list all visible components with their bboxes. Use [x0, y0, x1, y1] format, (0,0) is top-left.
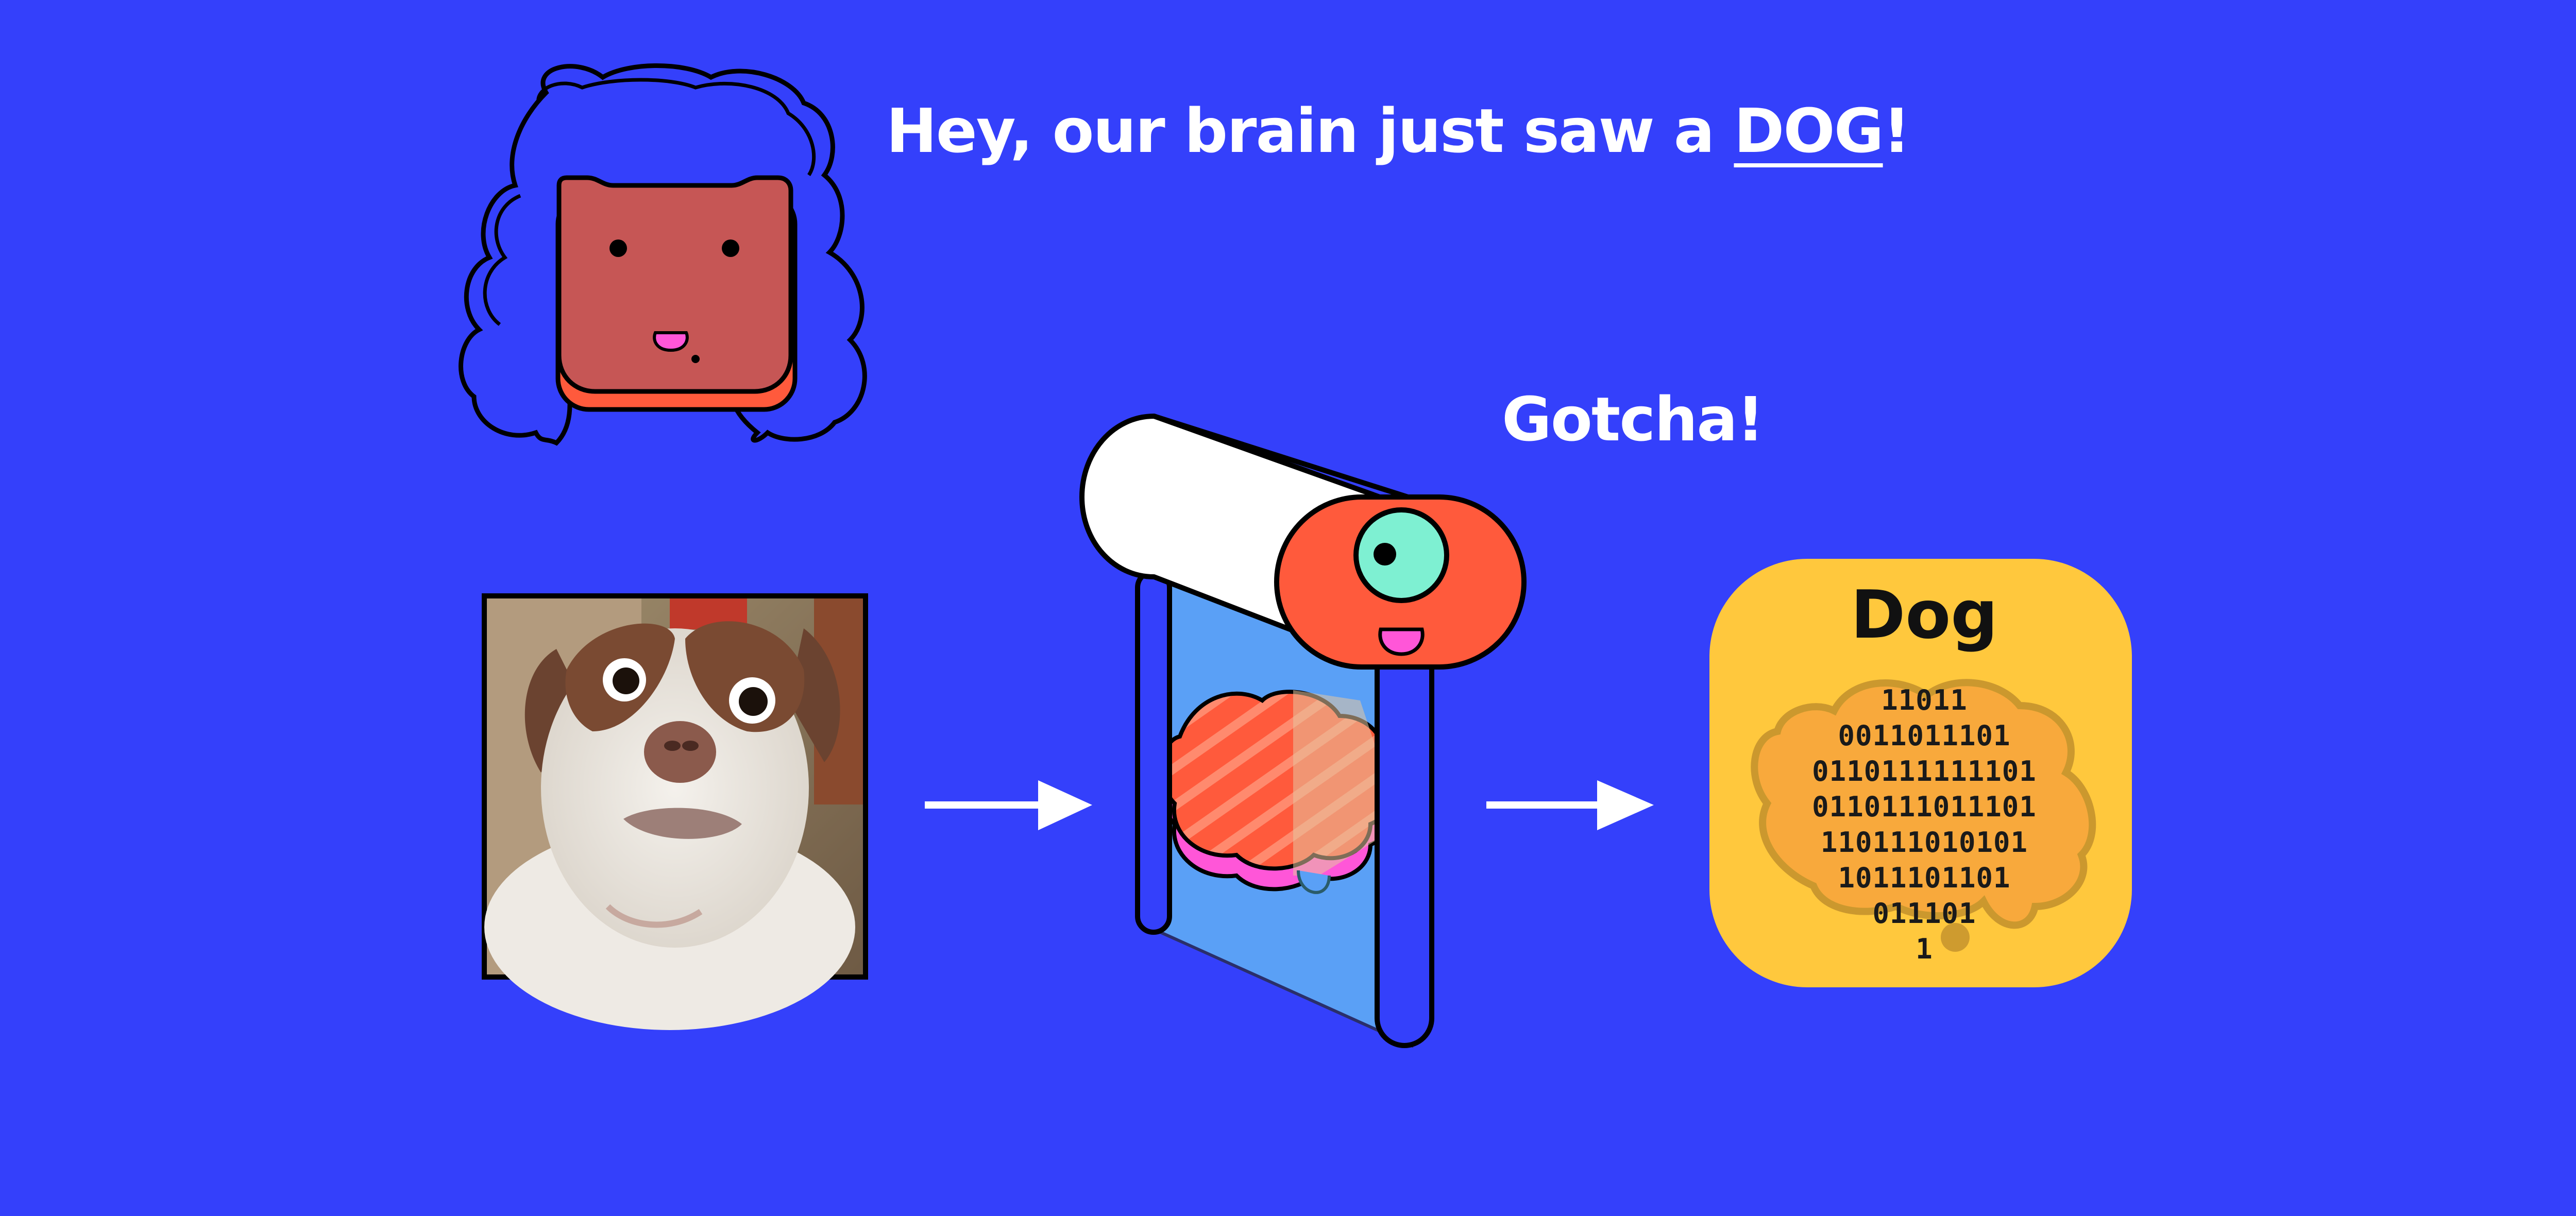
robot-mouth: [1378, 627, 1425, 656]
binary-line: 0110111011101: [1812, 791, 2037, 823]
arrow-right-icon: [1486, 780, 1654, 830]
post-right: [1375, 636, 1434, 1048]
face: [556, 175, 793, 394]
binary-line: 0011011101: [1838, 720, 2011, 752]
arrow-right-icon: [925, 780, 1092, 830]
person-head-icon: [459, 63, 867, 446]
headline-prefix: Hey, our brain just saw a: [886, 95, 1734, 166]
binary-line: 11011: [1881, 684, 1968, 716]
robot-pupil: [1374, 543, 1396, 566]
binary-line: 011101: [1872, 897, 1976, 930]
post-left: [1135, 569, 1172, 935]
binary-line: 1011101101: [1838, 862, 2011, 894]
binary-line: 0110111111101: [1812, 755, 2037, 787]
scanner-robot-icon: [1079, 414, 1527, 1048]
mouth: [653, 331, 689, 352]
binary-line: 1: [1916, 933, 1933, 965]
robot-speech: Gotcha!: [1502, 384, 1765, 455]
mole: [691, 355, 700, 363]
brain-icon: [1159, 690, 1394, 894]
headline-emphasis: DOG: [1734, 95, 1884, 166]
dog-photo: [482, 593, 868, 1030]
robot-eye: [1353, 507, 1449, 603]
output-card-label: Dog: [1851, 577, 1998, 654]
eye: [722, 239, 739, 257]
headline-suffix: !: [1883, 95, 1911, 166]
eye: [609, 239, 627, 257]
binary-code: 11011 0011011101 0110111111101 011011101…: [1710, 682, 2138, 967]
binary-line: 110111010101: [1820, 826, 2028, 859]
illustration: Hey, our brain just saw a DOG! Gotcha! D…: [0, 0, 2576, 1216]
diagram-artwork: [459, 63, 2132, 1048]
headline: Hey, our brain just saw a DOG!: [886, 95, 1911, 166]
